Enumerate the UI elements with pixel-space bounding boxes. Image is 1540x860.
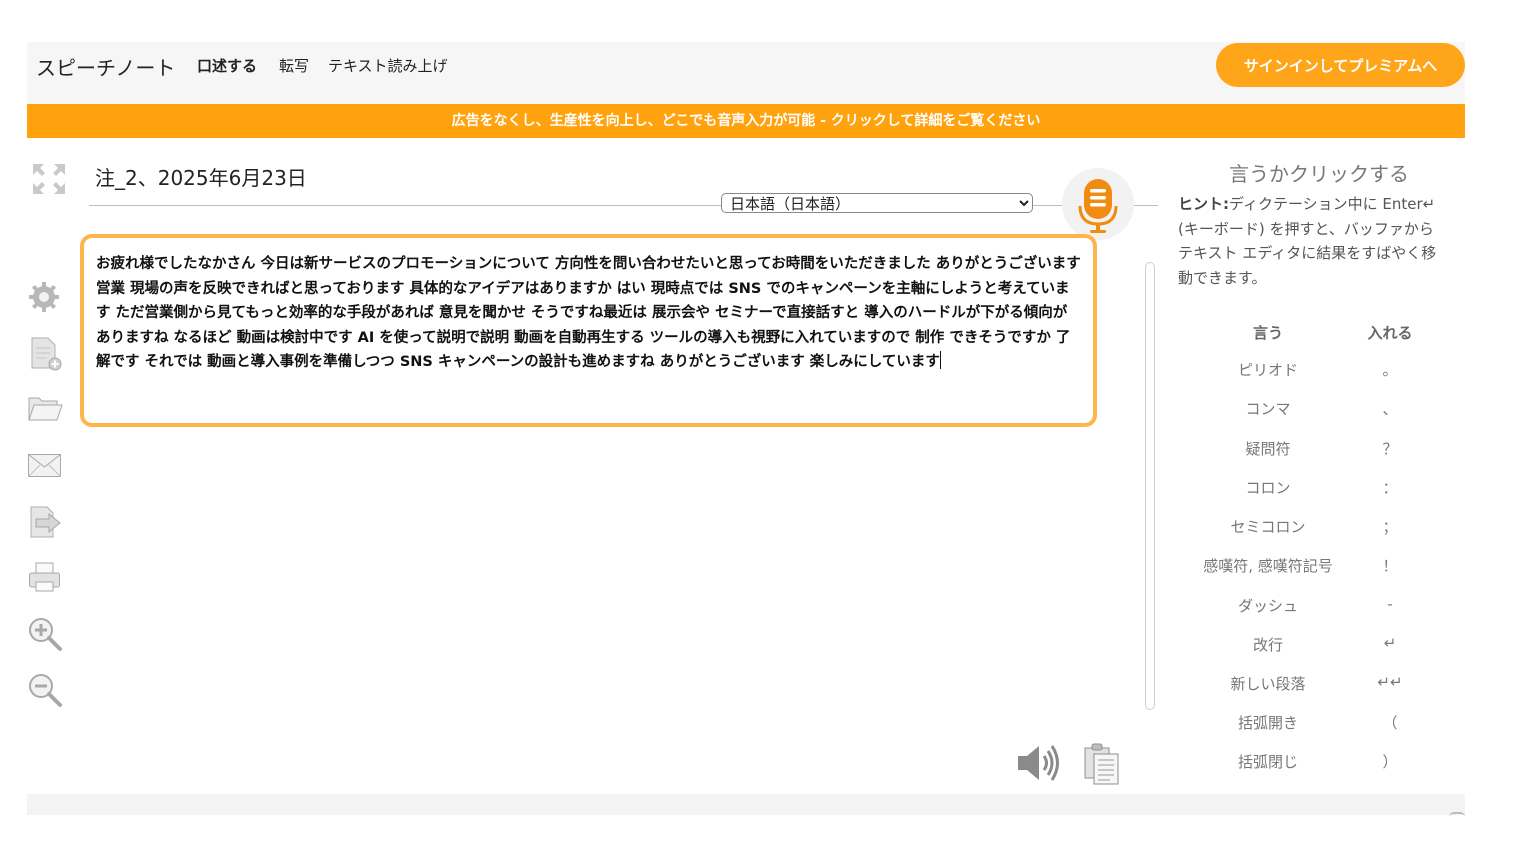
command-insert: ？ [1382,440,1398,458]
brand-logo[interactable]: スピーチノート [36,52,175,81]
command-row-semicolon[interactable]: セミコロン ； [1187,516,1447,536]
settings-gear-icon[interactable] [27,280,61,314]
command-row-close-paren[interactable]: 括弧閉じ ） [1187,751,1447,771]
command-say: 感嘆符, 感嘆符記号 [1203,557,1333,575]
command-row-comma[interactable]: コンマ 、 [1187,398,1447,418]
command-insert: ↵↵ [1377,673,1403,691]
zoom-out-icon[interactable] [27,672,63,708]
command-row-colon[interactable]: コロン ： [1187,477,1447,497]
nav-text-to-speech[interactable]: テキスト読み上げ [328,55,448,76]
command-insert: 。 [1382,361,1398,379]
top-bar: スピーチノート 口述する 転写 テキスト読み上げ サインインしてプレミアムへ [27,42,1465,104]
export-icon[interactable] [27,504,63,540]
fullscreen-icon[interactable] [31,162,67,196]
command-row-newline[interactable]: 改行 ↵ [1187,634,1447,654]
command-insert: （ [1382,714,1398,732]
print-icon[interactable] [27,560,63,594]
command-insert: ！ [1382,557,1398,575]
promo-banner[interactable]: 広告をなくし、生産性を向上し、どこでも音声入力が可能 - クリックして詳細をご覧… [27,104,1465,138]
command-row-new-paragraph[interactable]: 新しい段落 ↵↵ [1187,673,1447,693]
hint-label: ヒント: [1178,195,1229,213]
command-say: セミコロン [1230,518,1306,536]
microphone-button[interactable] [1062,168,1134,240]
column-say: 言う [1252,324,1283,342]
note-editor[interactable]: お疲れ様でしたなかさん 今日は新サービスのプロモーションについて 方向性を問い合… [80,234,1097,427]
command-row-period[interactable]: ピリオド 。 [1187,359,1447,379]
command-table-header: 言う 入れる [1187,322,1447,342]
command-say: コンマ [1245,400,1291,418]
speaker-icon[interactable] [1015,742,1063,784]
command-insert: ； [1382,518,1398,536]
title-divider [89,205,721,206]
open-folder-icon[interactable] [27,394,63,424]
column-insert: 入れる [1367,324,1413,342]
command-insert: - [1387,595,1393,613]
editor-text: お疲れ様でしたなかさん 今日は新サービスのプロモーションについて 方向性を問い合… [96,256,1081,370]
command-row-question[interactable]: 疑問符 ？ [1187,438,1447,458]
command-row-exclamation[interactable]: 感嘆符, 感嘆符記号 ！ [1187,555,1447,575]
zoom-in-icon[interactable] [27,616,63,652]
page-scroll-indicator [1449,812,1465,817]
title-divider-right [1033,205,1063,206]
command-say: 括弧開き [1237,714,1298,732]
microphone-icon [1078,179,1118,233]
command-insert: ： [1382,479,1398,497]
new-note-icon[interactable] [29,336,63,372]
command-say: コロン [1245,479,1291,497]
nav-transcribe[interactable]: 転写 [279,55,309,76]
command-insert: 、 [1382,400,1398,418]
commands-title: 言うかクリックする [1229,162,1409,186]
command-say: ピリオド [1237,361,1298,379]
vertical-scrollbar[interactable] [1145,262,1155,710]
text-caret [939,351,941,369]
app-window: スピーチノート 口述する 転写 テキスト読み上げ サインインしてプレミアムへ 広… [27,42,1465,815]
signin-premium-button[interactable]: サインインしてプレミアムへ [1216,43,1465,87]
language-select[interactable]: 日本語（日本語） [721,193,1033,213]
command-row-dash[interactable]: ダッシュ - [1187,595,1447,615]
command-say: ダッシュ [1237,597,1298,615]
command-say: 新しい段落 [1230,675,1306,693]
command-say: 疑問符 [1245,440,1291,458]
nav-dictate[interactable]: 口述する [197,55,257,76]
command-say: 括弧閉じ [1237,753,1298,771]
note-title[interactable]: 注_2、2025年6月23日 [95,162,307,191]
command-row-open-paren[interactable]: 括弧開き （ [1187,712,1447,732]
command-insert: ↵ [1383,634,1397,652]
dictation-hint: ヒント:ディクテーション中に Enter↵ (キーボード) を押すと、バッファか… [1178,192,1438,290]
title-divider-end [1134,205,1158,206]
email-icon[interactable] [27,452,63,480]
footer-bar [27,794,1465,815]
command-say: 改行 [1252,636,1283,654]
command-insert: ） [1382,753,1398,771]
copy-clipboard-icon[interactable] [1082,742,1122,786]
